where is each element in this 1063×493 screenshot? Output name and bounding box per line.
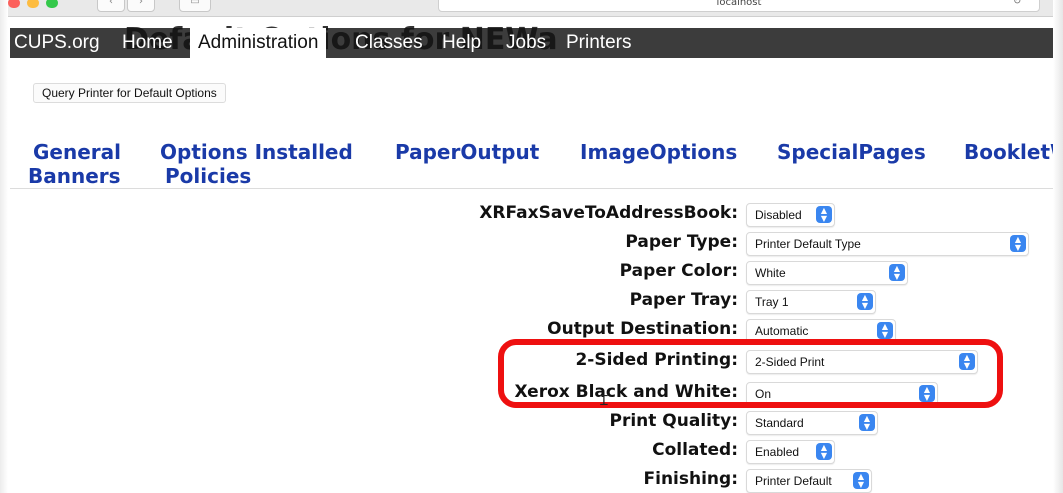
- window-shadow-right: [1053, 0, 1063, 493]
- nav-printers[interactable]: Printers: [566, 28, 631, 58]
- option-select-paper-color[interactable]: White ▲ ▼: [746, 261, 908, 285]
- select-arrows-icon: ▲ ▼: [857, 293, 873, 310]
- annotation-highlight-box: [498, 339, 1003, 408]
- sidebar-icon: ▭: [190, 0, 200, 7]
- tab-special-pages[interactable]: SpecialPages: [777, 140, 926, 164]
- option-label-output-destination: Output Destination:: [547, 319, 738, 339]
- tab-divider: [10, 188, 1063, 189]
- back-button[interactable]: ‹: [97, 0, 125, 12]
- chevron-left-icon: ‹: [109, 0, 113, 7]
- option-value-paper-color: White: [755, 266, 786, 280]
- text-cursor-icon: Ɪ: [600, 393, 608, 409]
- sidebar-button[interactable]: ▭: [179, 0, 211, 12]
- tab-policies[interactable]: Policies: [165, 164, 251, 188]
- zoom-window-icon[interactable]: [46, 0, 58, 8]
- nav-jobs[interactable]: Jobs: [506, 28, 546, 58]
- forward-button[interactable]: ›: [127, 0, 155, 12]
- tab-booklet[interactable]: BookletW: [964, 140, 1063, 164]
- option-label-collated: Collated:: [652, 440, 738, 460]
- option-value-finishing: Printer Default: [755, 474, 832, 488]
- tab-banners[interactable]: Banners: [28, 164, 121, 188]
- minimize-window-icon[interactable]: [27, 0, 39, 8]
- option-select-xrfax[interactable]: Disabled ▲ ▼: [746, 203, 835, 227]
- option-label-paper-type: Paper Type:: [625, 232, 738, 252]
- tab-paper-output[interactable]: PaperOutput: [395, 140, 539, 164]
- tab-general[interactable]: General: [33, 140, 121, 164]
- option-select-paper-type[interactable]: Printer Default Type ▲ ▼: [746, 232, 1029, 256]
- select-arrows-icon: ▲ ▼: [1010, 235, 1026, 252]
- option-select-finishing[interactable]: Printer Default ▲ ▼: [746, 469, 872, 493]
- select-arrows-icon: ▲ ▼: [877, 322, 893, 339]
- close-window-icon[interactable]: [8, 0, 20, 8]
- nav-classes[interactable]: Classes: [355, 28, 423, 58]
- option-label-paper-color: Paper Color:: [619, 261, 738, 281]
- nav-home[interactable]: Home: [122, 28, 173, 58]
- option-select-paper-tray[interactable]: Tray 1 ▲ ▼: [746, 290, 876, 314]
- nav-cups-org[interactable]: CUPS.org: [14, 28, 100, 58]
- option-value-xrfax: Disabled: [755, 208, 802, 222]
- option-value-paper-type: Printer Default Type: [755, 237, 861, 251]
- option-label-finishing: Finishing:: [643, 469, 739, 489]
- address-bar-text: localhost: [716, 0, 762, 8]
- chevron-right-icon: ›: [139, 0, 143, 7]
- option-select-print-quality[interactable]: Standard ▲ ▼: [746, 411, 878, 435]
- select-arrows-icon: ▲ ▼: [889, 264, 905, 281]
- option-label-xrfax: XRFaxSaveToAddressBook:: [479, 203, 738, 223]
- select-arrows-icon: ▲ ▼: [853, 472, 869, 489]
- select-arrows-icon: ▲ ▼: [816, 206, 832, 223]
- browser-toolbar: ‹ › ▭ localhost ↻: [0, 0, 1063, 17]
- nav-help[interactable]: Help: [442, 28, 481, 58]
- option-value-collated: Enabled: [755, 445, 800, 459]
- tab-options-installed[interactable]: Options Installed: [160, 140, 353, 164]
- tab-image-options[interactable]: ImageOptions: [580, 140, 737, 164]
- option-label-print-quality: Print Quality:: [609, 411, 738, 431]
- reload-icon[interactable]: ↻: [1013, 0, 1021, 7]
- nav-administration[interactable]: Administration: [190, 28, 327, 58]
- address-bar[interactable]: localhost: [438, 0, 1040, 12]
- cups-nav-bar: Default Options for NEWa CUPS.org Home A…: [10, 22, 1063, 58]
- select-arrows-icon: ▲ ▼: [859, 414, 875, 431]
- window-shadow-left: [0, 0, 8, 493]
- select-arrows-icon: ▲ ▼: [816, 443, 832, 460]
- option-select-collated[interactable]: Enabled ▲ ▼: [746, 440, 835, 464]
- option-label-paper-tray: Paper Tray:: [629, 290, 738, 310]
- query-printer-button[interactable]: Query Printer for Default Options: [33, 83, 226, 103]
- screenshot-frame: ‹ › ▭ localhost ↻ Default Options for NE…: [0, 0, 1063, 493]
- option-value-paper-tray: Tray 1: [755, 295, 789, 309]
- option-value-print-quality: Standard: [755, 416, 804, 430]
